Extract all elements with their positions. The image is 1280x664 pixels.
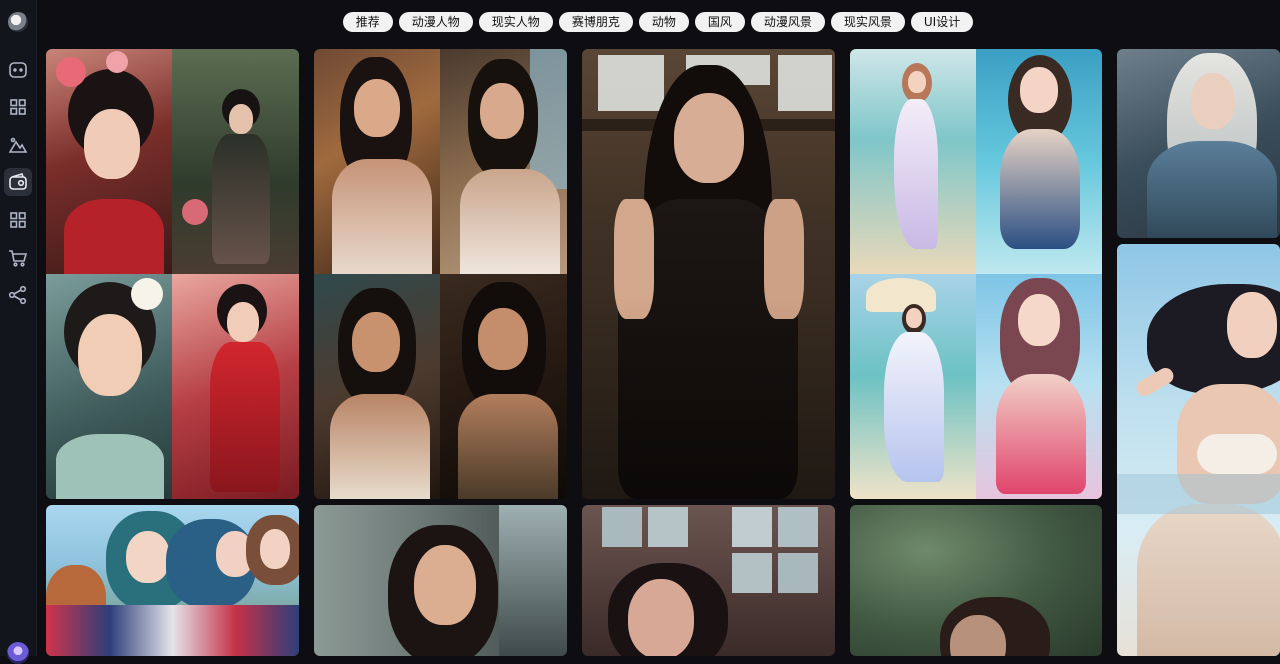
tab-anime-characters[interactable]: 动漫人物 (398, 12, 473, 32)
category-tabs: 推荐 动漫人物 现实人物 赛博朋克 动物 国风 动漫风景 现实风景 UI设计 (0, 12, 1280, 32)
gallery-card[interactable] (582, 505, 835, 656)
sidebar (0, 0, 37, 664)
avatar[interactable] (7, 642, 29, 664)
tab-animals[interactable]: 动物 (638, 12, 689, 32)
gallery-card[interactable] (314, 49, 567, 499)
thumbnail-image (976, 274, 1102, 499)
tab-recommended[interactable]: 推荐 (342, 12, 393, 32)
share-icon[interactable] (8, 285, 28, 305)
tab-real-scenery[interactable]: 现实风景 (830, 12, 905, 32)
tab-anime-scenery[interactable]: 动漫风景 (750, 12, 825, 32)
thumbnail-image (46, 274, 172, 499)
gallery-card[interactable] (582, 49, 835, 499)
thumbnail-image (976, 49, 1102, 274)
gallery-card[interactable] (1117, 49, 1280, 238)
gallery-card[interactable] (850, 49, 1102, 499)
thumbnail-image (850, 274, 976, 499)
thumbnail-image (440, 274, 567, 499)
gallery-card[interactable] (850, 505, 1102, 656)
chat-icon[interactable] (8, 60, 28, 80)
cart-icon[interactable] (8, 248, 28, 268)
tab-chinese-style[interactable]: 国风 (694, 12, 745, 32)
mountain-icon[interactable] (8, 135, 28, 155)
wallet-icon[interactable] (4, 168, 32, 196)
tab-cyberpunk[interactable]: 赛博朋克 (558, 12, 633, 32)
gallery-card[interactable] (46, 505, 299, 656)
gallery-card[interactable] (1117, 244, 1280, 656)
thumbnail-image (46, 49, 172, 279)
gallery-card[interactable] (46, 49, 299, 499)
grid-icon[interactable] (8, 97, 28, 117)
thumbnail-image (172, 274, 299, 499)
thumbnail-image (440, 49, 567, 274)
thumbnail-image (172, 49, 299, 274)
thumbnail-image (314, 49, 440, 274)
tab-real-people[interactable]: 现实人物 (478, 12, 553, 32)
thumbnail-image (314, 274, 440, 499)
tab-ui-design[interactable]: UI设计 (910, 12, 974, 32)
thumbnail-image (850, 49, 976, 274)
gallery-card[interactable] (314, 505, 567, 656)
grid-icon[interactable] (8, 210, 28, 230)
